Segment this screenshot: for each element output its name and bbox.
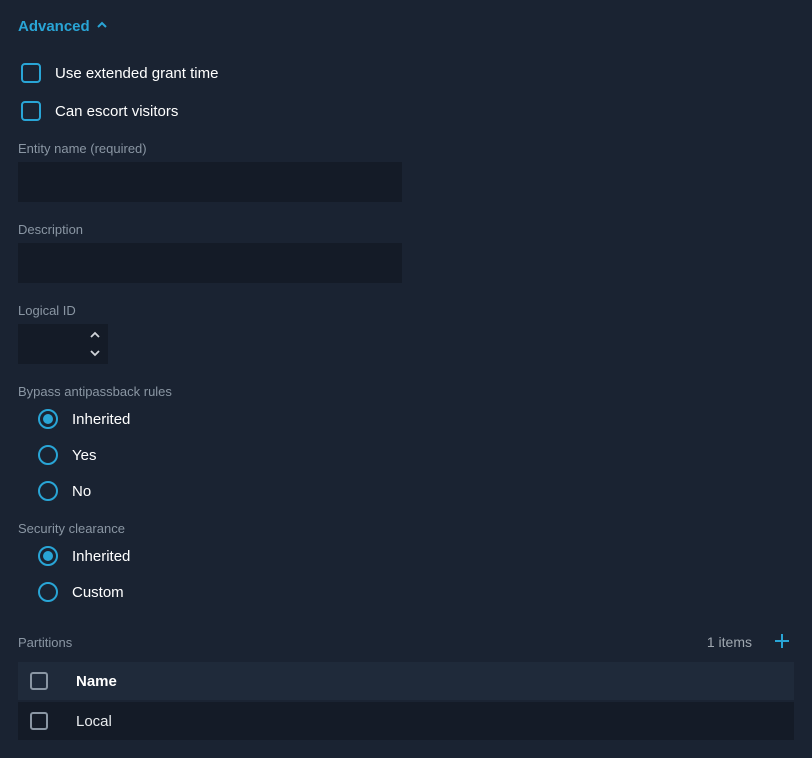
select-all-checkbox[interactable] bbox=[30, 672, 48, 690]
security-clearance-label: Security clearance bbox=[18, 521, 794, 536]
chevron-up-icon bbox=[90, 328, 100, 343]
security-clearance-custom-label: Custom bbox=[72, 584, 124, 601]
logical-id-label: Logical ID bbox=[18, 303, 794, 318]
partitions-count: 1 items bbox=[707, 634, 752, 650]
entity-name-field[interactable] bbox=[18, 162, 402, 202]
column-header-name: Name bbox=[76, 673, 117, 690]
bypass-apb-no-label: No bbox=[72, 483, 91, 500]
bypass-apb-yes-label: Yes bbox=[72, 447, 96, 464]
description-label: Description bbox=[18, 222, 794, 237]
bypass-apb-yes-radio[interactable] bbox=[38, 445, 58, 465]
security-clearance-inherited-label: Inherited bbox=[72, 548, 130, 565]
logical-id-increment[interactable] bbox=[82, 326, 108, 344]
entity-name-label: Entity name (required) bbox=[18, 141, 794, 156]
logical-id-decrement[interactable] bbox=[82, 344, 108, 362]
security-clearance-custom-radio[interactable] bbox=[38, 582, 58, 602]
bypass-apb-inherited-label: Inherited bbox=[72, 411, 130, 428]
description-field[interactable] bbox=[18, 243, 402, 283]
security-clearance-inherited-radio[interactable] bbox=[38, 546, 58, 566]
partitions-label: Partitions bbox=[18, 635, 72, 650]
bypass-apb-label: Bypass antipassback rules bbox=[18, 384, 794, 399]
extended-grant-checkbox[interactable] bbox=[21, 63, 41, 83]
plus-icon bbox=[773, 632, 791, 653]
can-escort-label: Can escort visitors bbox=[55, 103, 178, 120]
table-row[interactable]: Local bbox=[18, 702, 794, 740]
logical-id-field[interactable] bbox=[18, 324, 82, 364]
row-checkbox[interactable] bbox=[30, 712, 48, 730]
table-header-row: Name bbox=[18, 662, 794, 700]
section-title: Advanced bbox=[18, 18, 90, 35]
can-escort-checkbox[interactable] bbox=[21, 101, 41, 121]
extended-grant-label: Use extended grant time bbox=[55, 65, 218, 82]
add-partition-button[interactable] bbox=[770, 630, 794, 654]
partitions-table: Name Local bbox=[18, 662, 794, 740]
advanced-section-toggle[interactable]: Advanced bbox=[18, 18, 794, 35]
chevron-up-icon bbox=[96, 18, 108, 35]
bypass-apb-inherited-radio[interactable] bbox=[38, 409, 58, 429]
chevron-down-icon bbox=[90, 346, 100, 361]
bypass-apb-no-radio[interactable] bbox=[38, 481, 58, 501]
partition-name-cell: Local bbox=[76, 713, 112, 730]
